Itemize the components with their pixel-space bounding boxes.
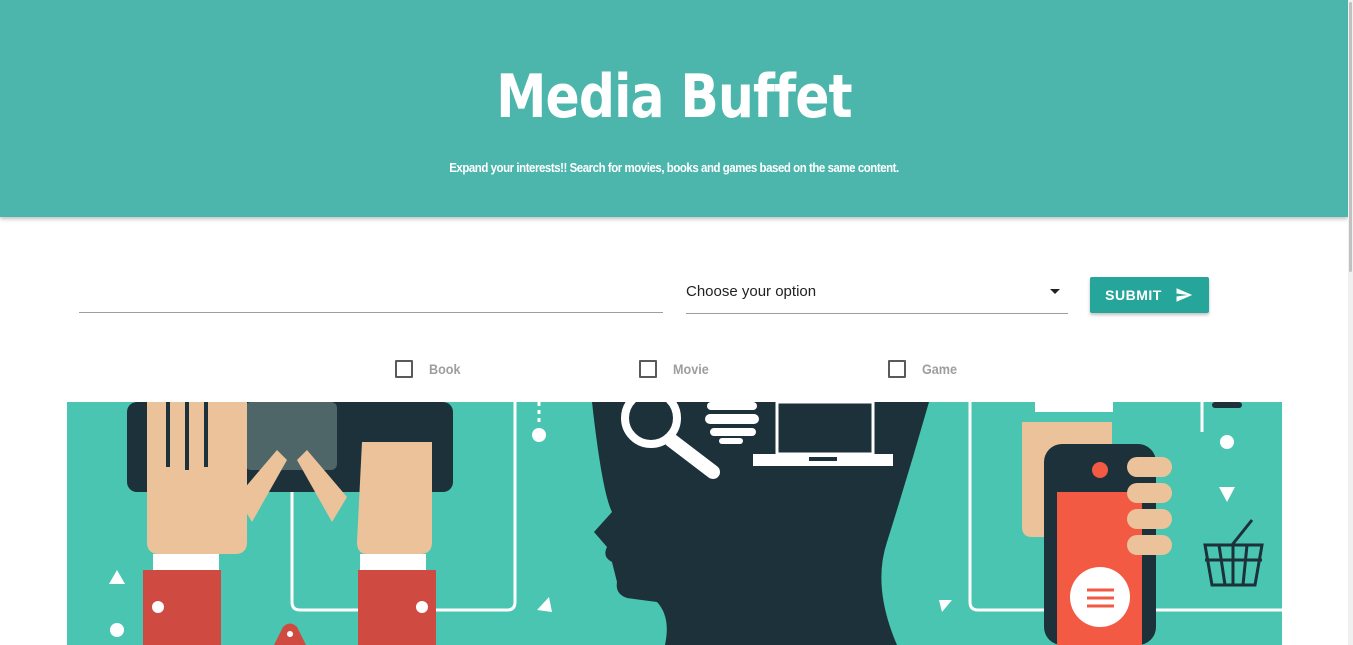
page-subtitle: Expand your interests!! Search for movie… [449, 160, 899, 175]
filter-book-label: Book [429, 361, 461, 377]
scrollbar[interactable] [1348, 0, 1353, 645]
checkbox-box[interactable] [888, 360, 906, 378]
send-icon [1176, 288, 1193, 302]
filter-game-label: Game [922, 361, 958, 377]
filter-movie-label: Movie [673, 361, 709, 377]
submit-button[interactable]: SUBMIT [1090, 277, 1209, 313]
select-value: Choose your option [686, 283, 817, 300]
right-hand-icon [297, 442, 436, 645]
page-title: Media Buffet [496, 62, 852, 132]
checkbox-box[interactable] [639, 360, 657, 378]
submit-label: SUBMIT [1105, 287, 1162, 303]
basket-icon [1203, 519, 1264, 587]
tablet-touchpad [245, 402, 337, 470]
media-type-select[interactable]: Choose your option [686, 272, 1068, 314]
hero-illustration [67, 402, 1282, 645]
checkbox-box[interactable] [395, 360, 413, 378]
search-input[interactable] [79, 272, 663, 313]
page-header: Media Buffet Expand your interests!! Sea… [0, 0, 1348, 217]
scrollbar-thumb[interactable] [1349, 2, 1352, 272]
caret-down-icon [1050, 289, 1060, 294]
